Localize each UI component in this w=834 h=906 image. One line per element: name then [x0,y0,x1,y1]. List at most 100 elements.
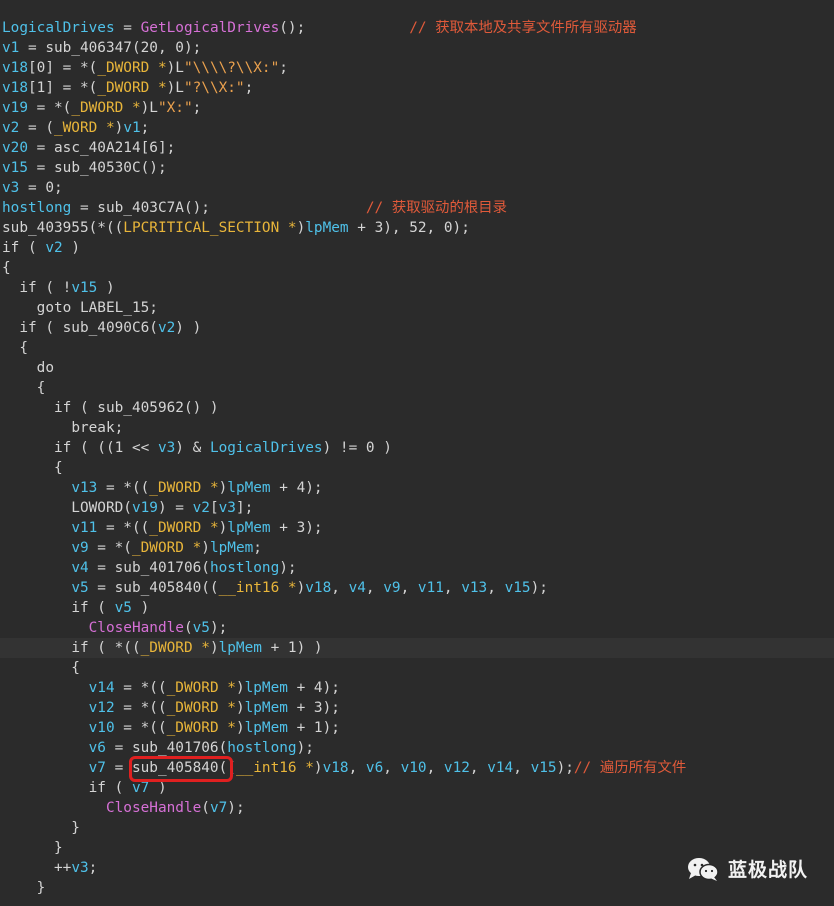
code-line[interactable]: v3 = 0; [2,178,63,198]
code-line[interactable]: { [2,458,63,478]
code-token: lpMem [227,520,271,536]
code-line[interactable]: v9 = *(_DWORD *)lpMem; [2,538,262,558]
code-token: = [114,20,141,36]
code-line[interactable]: { [2,658,80,678]
code-token: v20 [2,140,28,156]
code-line[interactable]: if ( v7 ) [2,778,167,798]
code-token: ) ) [175,320,202,336]
code-token: v3 [218,500,236,516]
code-line[interactable]: if ( !v15 ) [2,278,114,298]
code-token: v5 [192,620,210,636]
code-token: "\\\\?\\X:" [183,60,280,76]
code-token: [1] = *( [28,80,98,96]
code-line[interactable]: ++v3; [2,858,97,878]
code-token: = *(( [97,480,150,496]
code-line[interactable]: v18[1] = *(_DWORD *)L"?\\X:"; [2,78,253,98]
code-token: , [365,580,384,596]
code-line[interactable]: v2 = (_WORD *)v1; [2,118,149,138]
code-token: v5 [114,600,132,616]
code-line[interactable]: if ( sub_405962() ) [2,398,219,418]
code-token: ( sub_405962() ) [71,400,219,416]
decompiled-code-view[interactable]: LogicalDrives = GetLogicalDrives(); // 获… [0,0,834,906]
code-line[interactable]: } [2,838,63,858]
code-line[interactable]: v14 = *((_DWORD *)lpMem + 4); [2,678,340,698]
code-line[interactable]: if ( ((1 << v3) & LogicalDrives) != 0 ) [2,438,392,458]
code-token: = 0; [19,180,63,196]
code-line[interactable]: goto LABEL_15; [2,298,158,318]
code-line[interactable]: CloseHandle(v5); [2,618,228,638]
code-token: ) [235,720,245,736]
code-line[interactable]: { [2,338,28,358]
code-line[interactable]: LOWORD(v19) = v2[v3]; [2,498,253,518]
code-token: v14 [88,680,115,696]
code-line[interactable]: v7 = sub_405840((__int16 *)v18, v6, v10,… [2,758,687,778]
code-token: lpMem [244,680,288,696]
code-token: , [383,760,401,776]
code-token: if [71,600,89,616]
code-token: _DWORD * [166,720,236,736]
code-line[interactable]: if ( *((_DWORD *)lpMem + 1) ) [0,638,834,658]
code-token: , [426,760,444,776]
code-token: ++ [2,860,72,876]
code-token: ]; [235,500,254,516]
code-token: = *(( [114,680,167,696]
code-token: { [2,660,80,676]
code-line[interactable]: { [2,258,11,278]
code-line[interactable]: v4 = sub_401706(hostlong); [2,558,296,578]
code-token: _DWORD * [140,640,210,656]
code-token: if [19,320,37,336]
code-token: ); [556,760,574,776]
code-token: _DWORD * [149,480,219,496]
code-line[interactable]: } [2,818,80,838]
code-line[interactable]: LogicalDrives = GetLogicalDrives(); // 获… [2,18,637,38]
code-token: ) [296,220,306,236]
code-line[interactable]: break; [2,418,123,438]
code-token: = sub_405840(( [105,760,236,776]
code-token: v13 [71,480,98,496]
code-line[interactable]: sub_403955(*((LPCRITICAL_SECTION *)lpMem… [2,218,470,238]
code-token: = sub_403C7A(); [71,200,366,216]
code-token: ) [131,600,150,616]
code-token: lpMem [218,640,262,656]
code-token: v3 [157,440,176,456]
code-line[interactable]: v19 = *(_DWORD *)L"X:"; [2,98,201,118]
code-token: )L [140,100,158,116]
code-line[interactable]: if ( v5 ) [2,598,149,618]
code-token: ) [201,540,210,556]
code-token: ( ! [36,280,72,296]
code-token: ( [201,800,210,816]
code-token: = asc_40A214[6]; [28,140,176,156]
code-token: } [2,880,46,896]
code-token: = sub_406347(20, 0); [19,40,202,56]
code-token: lpMem [244,700,288,716]
code-line[interactable]: v5 = sub_405840((__int16 *)v18, v4, v9, … [2,578,548,598]
code-token: = *(( [114,720,167,736]
code-line[interactable]: CloseHandle(v7); [2,798,245,818]
code-line[interactable]: v13 = *((_DWORD *)lpMem + 4); [2,478,322,498]
code-token: ( [105,780,132,796]
code-token: ; [88,860,98,876]
code-line[interactable]: v12 = *((_DWORD *)lpMem + 3); [2,698,340,718]
code-line[interactable]: if ( sub_4090C6(v2) ) [2,318,201,338]
code-token: ; [279,60,288,76]
code-line[interactable]: v18[0] = *(_DWORD *)L"\\\\?\\X:"; [2,58,288,78]
code-token: v10 [400,760,427,776]
code-line[interactable]: hostlong = sub_403C7A(); // 获取驱动的根目录 [2,198,507,218]
code-line[interactable]: v15 = sub_40530C(); [2,158,167,178]
code-token: v2 [157,320,176,336]
code-line[interactable]: v1 = sub_406347(20, 0); [2,38,201,58]
code-line[interactable]: v11 = *((_DWORD *)lpMem + 3); [2,518,322,538]
code-token: if [2,240,20,256]
code-line[interactable]: { [2,378,46,398]
code-line[interactable]: if ( v2 ) [2,238,80,258]
code-line[interactable]: v20 = asc_40A214[6]; [2,138,175,158]
code-token: ) [235,680,245,696]
code-line[interactable]: do [2,358,54,378]
code-token: _DWORD * [71,100,141,116]
code-line[interactable]: v10 = *((_DWORD *)lpMem + 1); [2,718,340,738]
code-token: , [513,760,531,776]
code-token: { [2,340,28,356]
code-line[interactable]: } [2,878,46,898]
code-line[interactable]: v6 = sub_401706(hostlong); [2,738,314,758]
